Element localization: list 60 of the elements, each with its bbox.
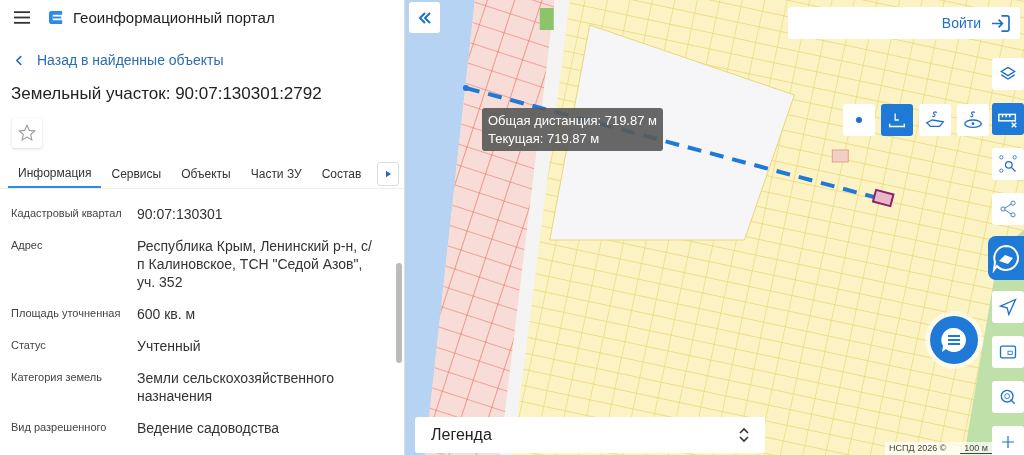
selected-parcel[interactable] [871, 188, 895, 208]
property-value: Республика Крым, Ленинский р-н, с/п Калиновское, ТСН "Седой Азов", уч. 352 [137, 237, 373, 291]
property-label: Вид разрешенного [11, 420, 108, 435]
attribution-text: НСПД 2026 © [889, 443, 947, 454]
share-icon [998, 199, 1018, 219]
chevron-left-icon [16, 54, 23, 66]
double-chevron-left-icon [417, 11, 432, 24]
ruler-button[interactable] [992, 103, 1024, 135]
property-label: Кадастровый квартал [11, 206, 123, 221]
layers-button[interactable] [992, 58, 1024, 90]
login-button[interactable]: Войти [788, 7, 1020, 39]
property-value: Земли сельскохозяйственного назначения [137, 369, 336, 405]
dot-icon [856, 117, 862, 123]
ellipse-area-icon [962, 109, 984, 131]
tab[interactable]: Информация [8, 160, 102, 188]
menu-icon[interactable] [14, 10, 30, 24]
legend-dropdown[interactable]: Легенда [415, 417, 765, 453]
navigation-arrow-icon [998, 297, 1018, 317]
area-measure-button[interactable] [919, 104, 951, 136]
login-icon [991, 14, 1010, 32]
plus-icon [999, 433, 1017, 451]
tab[interactable]: Состав [311, 160, 372, 188]
zoom-in-button[interactable] [992, 426, 1024, 455]
property-value: Учтенный [137, 337, 202, 355]
circle-measure-button[interactable] [957, 104, 989, 136]
property-label: Статус [11, 338, 47, 353]
triangle-right-icon [385, 170, 391, 178]
property-value: 600 кв. м [137, 305, 197, 323]
length-measure-button[interactable] [881, 104, 913, 136]
tab-scroll-button[interactable] [377, 162, 399, 186]
logo-icon [48, 8, 65, 26]
location-search-icon [998, 387, 1018, 407]
favorite-button[interactable] [12, 118, 42, 148]
chat-bubble-icon [939, 325, 969, 355]
scale-bar: 100 м [960, 443, 992, 454]
up-down-chevron-icon [739, 427, 749, 443]
assistant-button[interactable] [988, 236, 1024, 280]
property-label: Площадь уточненная [11, 306, 122, 321]
screen-button[interactable] [992, 336, 1024, 368]
locate-button[interactable] [992, 381, 1024, 413]
tab[interactable]: Сервисы [101, 160, 172, 188]
property-value: Ведение садоводства [137, 419, 281, 437]
back-link[interactable]: Назад в найденные объекты [16, 50, 224, 70]
collapse-panel-button[interactable] [409, 2, 440, 33]
tab[interactable]: Объекты [171, 160, 241, 188]
property-label: Адрес [11, 238, 44, 253]
navigate-button[interactable] [992, 291, 1024, 323]
select-area-icon [998, 154, 1018, 174]
current-distance: Текущая: 719.87 м [488, 131, 601, 146]
chat-bubble-icon [991, 243, 1021, 273]
object-title: Земельный участок: 90:07:130301:2792 [11, 84, 323, 104]
portal-title: Геоинформационный портал [73, 8, 275, 26]
total-distance: Общая дистанция: 719.87 м [488, 113, 657, 128]
point-measure-button[interactable] [843, 104, 875, 136]
land-parcel [831, 149, 849, 163]
share-button[interactable] [992, 193, 1024, 225]
property-value: 90:07:130301 [137, 205, 224, 223]
tab[interactable]: Части ЗУ [240, 160, 312, 188]
property-label: Категория земель [11, 370, 103, 385]
select-button[interactable] [992, 148, 1024, 180]
